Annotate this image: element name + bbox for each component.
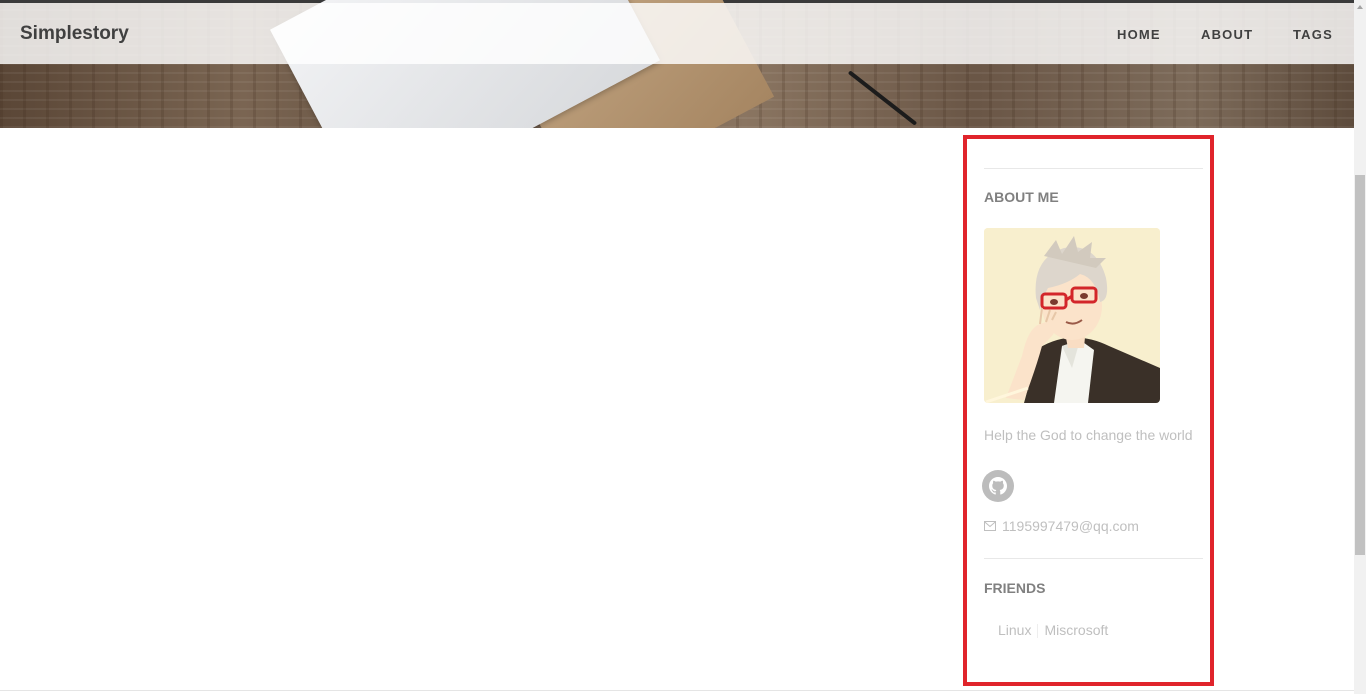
scroll-up-arrow-icon[interactable]: [1357, 5, 1363, 9]
friend-link-linux[interactable]: Linux: [998, 622, 1031, 638]
friend-separator: [1037, 624, 1039, 638]
nav-home[interactable]: HOME: [1117, 27, 1161, 42]
vertical-scrollbar[interactable]: [1354, 0, 1366, 694]
footer-divider: [0, 690, 1354, 691]
nav-about[interactable]: ABOUT: [1201, 27, 1253, 42]
sidebar-divider: [984, 558, 1203, 559]
scrollbar-thumb[interactable]: [1355, 175, 1365, 555]
avatar-illustration: [984, 228, 1160, 403]
bio-text: Help the God to change the world: [984, 427, 1193, 443]
sidebar-highlight-box: [963, 135, 1214, 686]
friends-heading: FRIENDS: [984, 580, 1046, 596]
sidebar-divider: [984, 168, 1203, 169]
brand-link[interactable]: Simplestory: [20, 23, 129, 45]
navbar: Simplestory HOME ABOUT TAGS: [0, 3, 1354, 64]
email-row: 1195997479@qq.com: [984, 518, 1139, 534]
github-link[interactable]: [982, 470, 1014, 502]
friends-list: Linux Miscrosoft: [998, 622, 1108, 638]
nav-tags[interactable]: TAGS: [1293, 27, 1333, 42]
email-link[interactable]: 1195997479@qq.com: [1002, 518, 1139, 534]
friend-link-microsoft[interactable]: Miscrosoft: [1044, 622, 1108, 638]
about-me-heading: ABOUT ME: [984, 189, 1059, 205]
hero-pen: [847, 70, 918, 126]
avatar: [984, 228, 1160, 403]
github-icon: [989, 477, 1007, 495]
mail-icon: [984, 521, 996, 531]
page: Simplestory HOME ABOUT TAGS ABOUT ME Hel…: [0, 0, 1366, 694]
